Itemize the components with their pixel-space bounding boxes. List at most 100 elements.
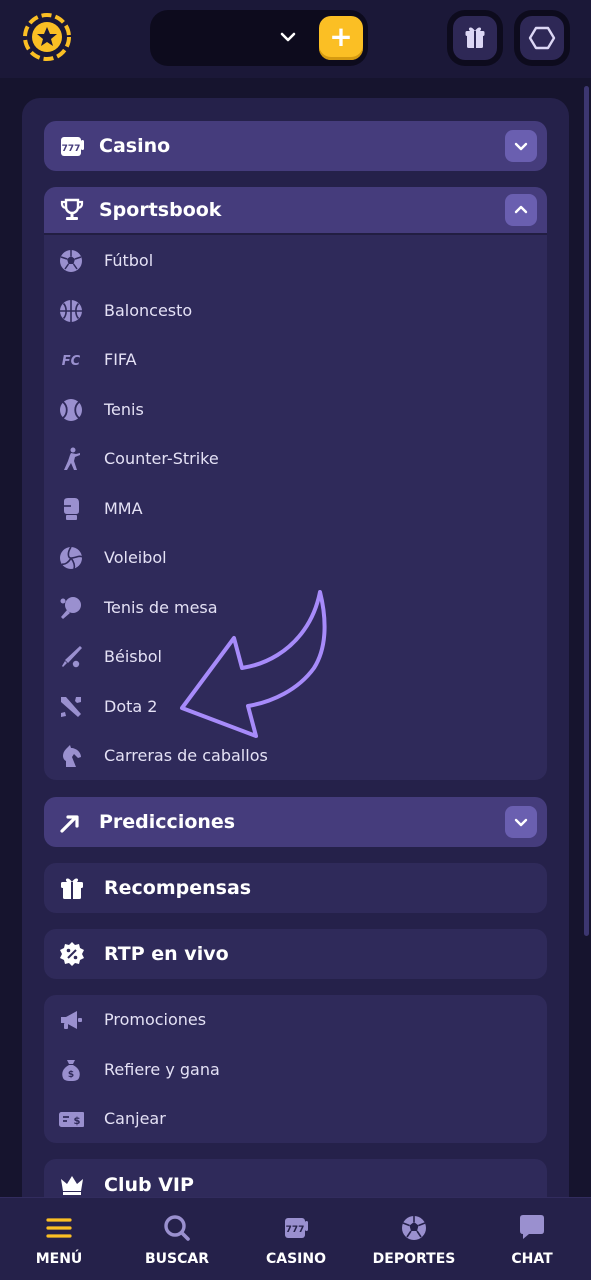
chevron-down-icon [514, 142, 528, 151]
section-label: Predicciones [99, 811, 236, 833]
svg-text:$: $ [68, 1070, 74, 1080]
menu-item-refiere-y-gana[interactable]: $ Refiere y gana [44, 1050, 547, 1090]
menu-item-recompensas[interactable]: Recompensas [44, 863, 547, 913]
svg-text:777: 777 [286, 1225, 305, 1235]
svg-text:777: 777 [62, 144, 81, 154]
gift-icon [58, 874, 86, 902]
nav-chat[interactable]: CHAT [473, 1198, 591, 1280]
svg-text:FC: FC [62, 354, 81, 369]
crossed-swords-icon [58, 694, 84, 720]
nav-label: MENÚ [35, 1251, 83, 1267]
sport-item-baloncesto[interactable]: Baloncesto [44, 291, 547, 331]
sport-label: Tenis [104, 400, 144, 419]
menu-section-casino[interactable]: 777 Casino [44, 121, 547, 171]
menu-label: Recompensas [104, 877, 252, 899]
menu-item-club-vip[interactable]: Club VIP [44, 1159, 547, 1197]
svg-text:$: $ [74, 1116, 81, 1127]
voucher-icon: $ [58, 1106, 85, 1132]
divider [44, 233, 547, 235]
nav-label: CASINO [265, 1251, 327, 1267]
tennis-ball-icon [58, 397, 84, 423]
sport-label: Baloncesto [104, 301, 193, 320]
scrollbar[interactable] [584, 86, 589, 936]
gift-icon [465, 27, 485, 48]
crown-icon [58, 1170, 86, 1198]
chat-bubble-icon [516, 1212, 548, 1244]
sport-label: Fútbol [104, 251, 154, 270]
sport-label: MMA [104, 499, 143, 518]
soccer-ball-icon [58, 248, 84, 274]
sport-label: Voleibol [104, 548, 167, 567]
trend-arrow-icon [58, 808, 86, 836]
menu-label: Refiere y gana [104, 1060, 220, 1079]
expand-button[interactable] [505, 806, 537, 838]
deposit-button[interactable]: + [319, 16, 363, 60]
boxing-glove-icon [58, 496, 84, 522]
slot-777-icon: 777 [280, 1212, 312, 1244]
sport-label: Dota 2 [104, 697, 158, 716]
menu-label: RTP en vivo [104, 943, 229, 965]
chevron-up-icon [514, 205, 528, 214]
sport-label: Tenis de mesa [104, 598, 218, 617]
nav-label: DEPORTES [372, 1251, 456, 1267]
sport-item-counter-strike[interactable]: Counter-Strike [44, 439, 547, 479]
menu-label: Club VIP [104, 1174, 194, 1196]
volleyball-icon [58, 545, 84, 571]
rewards-button[interactable] [447, 10, 503, 66]
trophy-icon [58, 196, 86, 224]
sport-item-tenis[interactable]: Tenis [44, 390, 547, 430]
star-coin-logo-icon[interactable] [22, 12, 72, 62]
menu-section-sportsbook[interactable]: Sportsbook [44, 187, 547, 233]
sport-label: Béisbol [104, 647, 162, 666]
megaphone-icon [58, 1007, 84, 1033]
menu-item-rtp-en-vivo[interactable]: RTP en vivo [44, 929, 547, 979]
chevron-down-icon [514, 818, 528, 827]
sport-item-carreras-de-caballos[interactable]: Carreras de caballos [44, 736, 547, 776]
money-bag-icon: $ [58, 1057, 84, 1083]
menu-section-predicciones[interactable]: Predicciones [44, 797, 547, 847]
menu-label: Canjear [104, 1109, 166, 1128]
sport-item-futbol[interactable]: Fútbol [44, 241, 547, 281]
app-screen: + 777 Casino Sportsbook Fútbol Baloncest… [0, 0, 591, 1280]
collapse-button[interactable] [505, 194, 537, 226]
menu-item-promociones[interactable]: Promociones [44, 1000, 547, 1040]
menu-label: Promociones [104, 1010, 207, 1029]
section-label: Casino [99, 135, 171, 157]
percent-badge-icon [58, 940, 86, 968]
horse-icon [58, 743, 84, 769]
nav-buscar[interactable]: BUSCAR [118, 1198, 236, 1280]
wallet-selector[interactable]: + [150, 10, 368, 66]
sport-label: Carreras de caballos [104, 746, 268, 765]
deposit-label: + [329, 20, 353, 53]
nav-casino[interactable]: 777 CASINO [237, 1198, 355, 1280]
hamburger-icon [43, 1212, 75, 1244]
basketball-icon [58, 298, 84, 324]
sport-item-mma[interactable]: MMA [44, 489, 547, 529]
soccer-ball-icon [398, 1212, 430, 1244]
expand-button[interactable] [505, 130, 537, 162]
nav-label: BUSCAR [144, 1251, 209, 1267]
hexagon-icon [528, 26, 556, 50]
baseball-bat-icon [58, 644, 84, 670]
ping-pong-icon [58, 595, 84, 621]
sport-item-beisbol[interactable]: Béisbol [44, 637, 547, 677]
slot-777-icon: 777 [58, 132, 86, 160]
bottom-navigation: MENÚ BUSCAR 777 CASINO DEPORTES CHAT [0, 1197, 591, 1280]
section-label: Sportsbook [99, 199, 222, 221]
chevron-down-icon[interactable] [278, 27, 298, 47]
sport-item-fifa[interactable]: FC FIFA [44, 340, 547, 380]
sport-label: FIFA [104, 350, 137, 369]
soldier-icon [58, 446, 84, 472]
top-bar: + [0, 0, 591, 78]
profile-button[interactable] [514, 10, 570, 66]
sport-item-dota-2[interactable]: Dota 2 [44, 687, 547, 727]
fc-logo-icon: FC [58, 347, 84, 373]
sport-label: Counter-Strike [104, 449, 219, 468]
search-icon [161, 1212, 193, 1244]
nav-deportes[interactable]: DEPORTES [355, 1198, 473, 1280]
nav-menu[interactable]: MENÚ [0, 1198, 118, 1280]
sport-item-voleibol[interactable]: Voleibol [44, 538, 547, 578]
sport-item-tenis-de-mesa[interactable]: Tenis de mesa [44, 588, 547, 628]
menu-item-canjear[interactable]: $ Canjear [44, 1099, 547, 1139]
nav-label: CHAT [511, 1251, 553, 1267]
